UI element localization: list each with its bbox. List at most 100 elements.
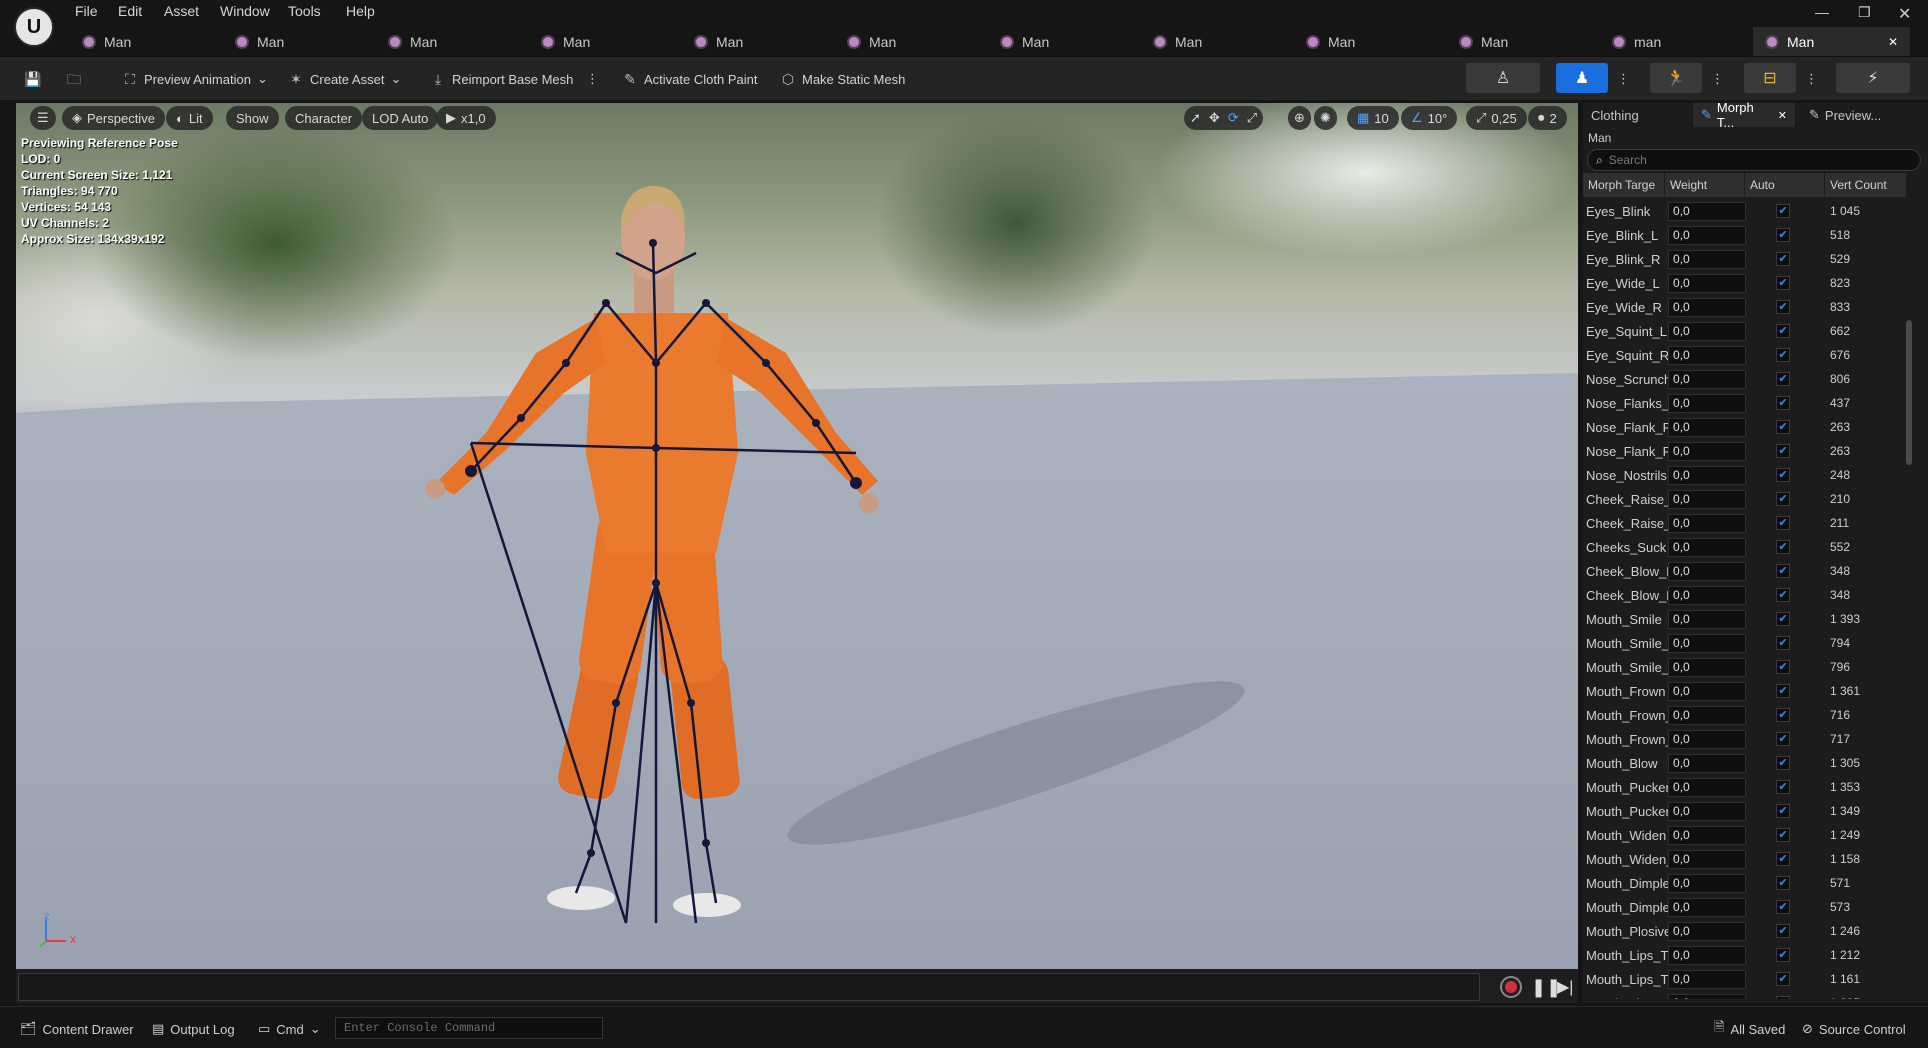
auto-checkbox[interactable]: ✔ <box>1776 372 1790 386</box>
auto-checkbox[interactable]: ✔ <box>1776 948 1790 962</box>
auto-checkbox[interactable]: ✔ <box>1776 924 1790 938</box>
asset-tab[interactable]: Man <box>70 27 143 56</box>
table-row[interactable]: Cheek_Blow_R 0,0 ✔ 348 <box>1583 583 1913 607</box>
show-dropdown[interactable]: Show <box>226 106 279 130</box>
table-row[interactable]: Eye_Blink_R 0,0 ✔ 529 <box>1583 247 1913 271</box>
asset-tab[interactable]: Man <box>529 27 602 56</box>
weight-field[interactable]: 0,0 <box>1668 273 1746 293</box>
weight-field[interactable]: 0,0 <box>1668 537 1746 557</box>
auto-checkbox[interactable]: ✔ <box>1776 228 1790 242</box>
weight-field[interactable]: 0,0 <box>1668 441 1746 461</box>
auto-checkbox[interactable]: ✔ <box>1776 492 1790 506</box>
menu-tools[interactable]: Tools <box>288 3 321 19</box>
weight-field[interactable]: 0,0 <box>1668 585 1746 605</box>
select-icon[interactable]: ➚ <box>1190 110 1201 126</box>
table-row[interactable]: Eye_Wide_L 0,0 ✔ 823 <box>1583 271 1913 295</box>
transform-tools[interactable]: ➚ ✥ ⟳ ⤢ <box>1184 106 1264 130</box>
surface-snap-button[interactable]: ⊕ <box>1288 106 1311 130</box>
weight-field[interactable]: 0,0 <box>1668 993 1746 999</box>
menu-window[interactable]: Window <box>220 3 270 19</box>
weight-field[interactable]: 0,0 <box>1668 225 1746 245</box>
table-row[interactable]: Eye_Wide_R 0,0 ✔ 833 <box>1583 295 1913 319</box>
more-options-icon[interactable]: ⋮ <box>1805 67 1818 91</box>
close-tab-icon[interactable]: ✕ <box>1888 35 1898 49</box>
auto-checkbox[interactable]: ✔ <box>1776 732 1790 746</box>
weight-field[interactable]: 0,0 <box>1668 897 1746 917</box>
move-icon[interactable]: ✥ <box>1209 110 1220 126</box>
table-row[interactable]: Mouth_Smile 0,0 ✔ 1 393 <box>1583 607 1913 631</box>
auto-checkbox[interactable]: ✔ <box>1776 540 1790 554</box>
source-control-button[interactable]: ⊘ Source Control <box>1802 1017 1906 1041</box>
record-button[interactable] <box>1500 976 1522 998</box>
lod-dropdown[interactable]: LOD Auto <box>362 106 439 130</box>
table-row[interactable]: Mouth_Plosive 0,0 ✔ 1 246 <box>1583 919 1913 943</box>
weight-field[interactable]: 0,0 <box>1668 825 1746 845</box>
auto-checkbox[interactable]: ✔ <box>1776 588 1790 602</box>
table-row[interactable]: Cheek_Raise_ 0,0 ✔ 211 <box>1583 511 1913 535</box>
viewport-menu-button[interactable]: ☰ <box>30 106 56 130</box>
weight-field[interactable]: 0,0 <box>1668 777 1746 797</box>
asset-tab-active[interactable]: Man ✕ <box>1753 27 1910 56</box>
table-row[interactable]: Nose_Flanks_ 0,0 ✔ 437 <box>1583 391 1913 415</box>
weight-field[interactable]: 0,0 <box>1668 465 1746 485</box>
table-row[interactable]: Mouth_Smile_ 0,0 ✔ 796 <box>1583 655 1913 679</box>
weight-field[interactable]: 0,0 <box>1668 657 1746 677</box>
weight-field[interactable]: 0,0 <box>1668 561 1746 581</box>
menu-file[interactable]: File <box>75 3 98 19</box>
weight-field[interactable]: 0,0 <box>1668 393 1746 413</box>
browse-button[interactable]: 🗀 <box>66 67 82 91</box>
auto-checkbox[interactable]: ✔ <box>1776 300 1790 314</box>
asset-tab[interactable]: Man <box>835 27 908 56</box>
blueprint-mode-button[interactable]: ⊟ <box>1744 63 1796 93</box>
asset-tab[interactable]: Man <box>376 27 449 56</box>
weight-field[interactable]: 0,0 <box>1668 489 1746 509</box>
weight-field[interactable]: 0,0 <box>1668 369 1746 389</box>
table-row[interactable]: Eye_Squint_L 0,0 ✔ 662 <box>1583 319 1913 343</box>
auto-checkbox[interactable]: ✔ <box>1776 636 1790 650</box>
table-row[interactable]: Mouth_Lips_T 0,0 ✔ 1 161 <box>1583 967 1913 991</box>
step-forward-button[interactable]: ▶| <box>1557 977 1573 997</box>
table-row[interactable]: Mouth_Frown_ 0,0 ✔ 717 <box>1583 727 1913 751</box>
table-row[interactable]: Mouth_Lips_T 0,0 ✔ 1 212 <box>1583 943 1913 967</box>
maximize-button[interactable]: ❐ <box>1858 4 1871 21</box>
table-row[interactable]: Eye_Blink_L 0,0 ✔ 518 <box>1583 223 1913 247</box>
close-tab-icon[interactable]: ✕ <box>1778 109 1787 122</box>
auto-checkbox[interactable]: ✔ <box>1776 516 1790 530</box>
weight-field[interactable]: 0,0 <box>1668 801 1746 821</box>
auto-checkbox[interactable]: ✔ <box>1776 252 1790 266</box>
weight-field[interactable]: 0,0 <box>1668 297 1746 317</box>
weight-field[interactable]: 0,0 <box>1668 417 1746 437</box>
asset-tab[interactable]: Man <box>682 27 755 56</box>
auto-checkbox[interactable]: ✔ <box>1776 564 1790 578</box>
auto-checkbox[interactable]: ✔ <box>1776 444 1790 458</box>
auto-checkbox[interactable]: ✔ <box>1776 996 1790 999</box>
table-row[interactable]: Cheeks_Suck 0,0 ✔ 552 <box>1583 535 1913 559</box>
rotate-icon[interactable]: ⟳ <box>1228 110 1239 126</box>
auto-checkbox[interactable]: ✔ <box>1776 972 1790 986</box>
menu-asset[interactable]: Asset <box>164 3 199 19</box>
table-row[interactable]: Mouth_Frown_ 0,0 ✔ 716 <box>1583 703 1913 727</box>
weight-field[interactable]: 0,0 <box>1668 201 1746 221</box>
create-asset-dropdown[interactable]: ✶ Create Asset ⌄ <box>288 67 401 91</box>
column-vert-count[interactable]: Vert Count <box>1825 173 1907 197</box>
auto-checkbox[interactable]: ✔ <box>1776 780 1790 794</box>
weight-field[interactable]: 0,0 <box>1668 921 1746 941</box>
more-options-icon[interactable]: ⋮ <box>1711 67 1724 91</box>
physics-mode-button[interactable]: ⚡ <box>1836 63 1910 93</box>
table-row[interactable]: Cheek_Raise_ 0,0 ✔ 210 <box>1583 487 1913 511</box>
weight-field[interactable]: 0,0 <box>1668 609 1746 629</box>
weight-field[interactable]: 0,0 <box>1668 753 1746 773</box>
timeline-scrubber[interactable] <box>18 973 1480 1001</box>
table-row[interactable]: Mouth_Lips_O0,0 ✔ 1 285 <box>1583 991 1913 999</box>
table-row[interactable]: Nose_Scrunch 0,0 ✔ 806 <box>1583 367 1913 391</box>
table-row[interactable]: Nose_Flank_R 0,0 ✔ 263 <box>1583 439 1913 463</box>
all-saved-button[interactable]: 🗎 All Saved <box>1714 1017 1785 1041</box>
weight-field[interactable]: 0,0 <box>1668 705 1746 725</box>
column-weight[interactable]: Weight <box>1665 173 1745 197</box>
asset-tab[interactable]: man <box>1600 27 1673 56</box>
auto-checkbox[interactable]: ✔ <box>1776 420 1790 434</box>
table-row[interactable]: Mouth_Dimple 0,0 ✔ 573 <box>1583 895 1913 919</box>
world-local-button[interactable]: ✺ <box>1314 106 1337 130</box>
content-drawer-button[interactable]: 🗂 Content Drawer <box>20 1017 134 1041</box>
menu-edit[interactable]: Edit <box>118 3 142 19</box>
